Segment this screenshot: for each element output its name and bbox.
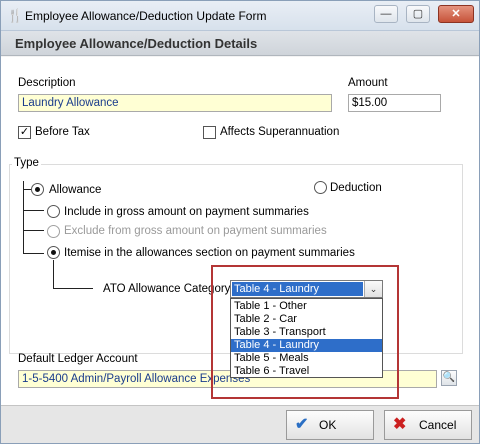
section-title: Employee Allowance/Deduction Details bbox=[15, 36, 258, 51]
affects-super-label: Affects Superannuation bbox=[220, 126, 340, 138]
deduction-label: Deduction bbox=[330, 182, 382, 194]
annotation-highlight-box bbox=[211, 265, 399, 399]
type-group-label: Type bbox=[12, 157, 41, 169]
affects-super-checkbox[interactable] bbox=[203, 126, 216, 139]
dialog-window: 🍴 Employee Allowance/Deduction Update Fo… bbox=[0, 0, 480, 444]
ledger-search-button[interactable]: 🔍 bbox=[441, 370, 457, 386]
tree-line bbox=[23, 253, 44, 254]
amount-label: Amount bbox=[348, 77, 388, 89]
form-body: Description Laundry Allowance Amount $15… bbox=[1, 57, 479, 405]
window-title: Employee Allowance/Deduction Update Form bbox=[25, 9, 267, 23]
include-gross-label: Include in gross amount on payment summa… bbox=[64, 206, 309, 218]
close-icon: ✖ bbox=[393, 416, 407, 433]
itemise-radio[interactable] bbox=[47, 246, 60, 259]
before-tax-checkbox[interactable]: ✓ bbox=[18, 126, 31, 139]
ok-button-label: OK bbox=[319, 418, 337, 432]
tree-line bbox=[23, 181, 24, 254]
allowance-label: Allowance bbox=[49, 184, 102, 196]
exclude-gross-label: Exclude from gross amount on payment sum… bbox=[64, 225, 327, 237]
footer-bar: ✔ OK ✖ Cancel bbox=[1, 405, 479, 443]
tree-line bbox=[53, 260, 54, 288]
utensils-icon: 🍴 bbox=[7, 8, 24, 23]
search-icon: 🔍 bbox=[442, 372, 456, 383]
radio-dot bbox=[51, 250, 56, 255]
allowance-radio[interactable] bbox=[31, 183, 44, 196]
deduction-radio[interactable] bbox=[314, 181, 327, 194]
itemise-label: Itemise in the allowances section on pay… bbox=[64, 247, 355, 259]
checkmark-icon: ✔ bbox=[295, 416, 309, 433]
tree-line bbox=[53, 288, 93, 289]
description-input[interactable]: Laundry Allowance bbox=[18, 94, 332, 112]
tree-line bbox=[23, 210, 44, 211]
tree-line bbox=[23, 230, 44, 231]
close-button[interactable]: ✕ bbox=[438, 5, 474, 23]
description-label: Description bbox=[18, 77, 76, 89]
exclude-gross-radio[interactable] bbox=[47, 225, 60, 238]
checkmark-icon: ✓ bbox=[19, 126, 30, 138]
before-tax-label: Before Tax bbox=[35, 126, 90, 138]
maximize-button[interactable]: ▢ bbox=[406, 5, 430, 23]
amount-input[interactable]: $15.00 bbox=[348, 94, 441, 112]
cancel-button-label: Cancel bbox=[419, 418, 457, 432]
ok-button[interactable]: ✔ OK bbox=[286, 410, 374, 440]
include-gross-radio[interactable] bbox=[47, 205, 60, 218]
title-bar[interactable]: 🍴 Employee Allowance/Deduction Update Fo… bbox=[1, 1, 479, 31]
minimize-button[interactable]: — bbox=[374, 5, 398, 23]
section-header: Employee Allowance/Deduction Details bbox=[1, 31, 479, 56]
cancel-button[interactable]: ✖ Cancel bbox=[384, 410, 472, 440]
radio-dot bbox=[35, 187, 40, 192]
ledger-label: Default Ledger Account bbox=[18, 353, 138, 365]
